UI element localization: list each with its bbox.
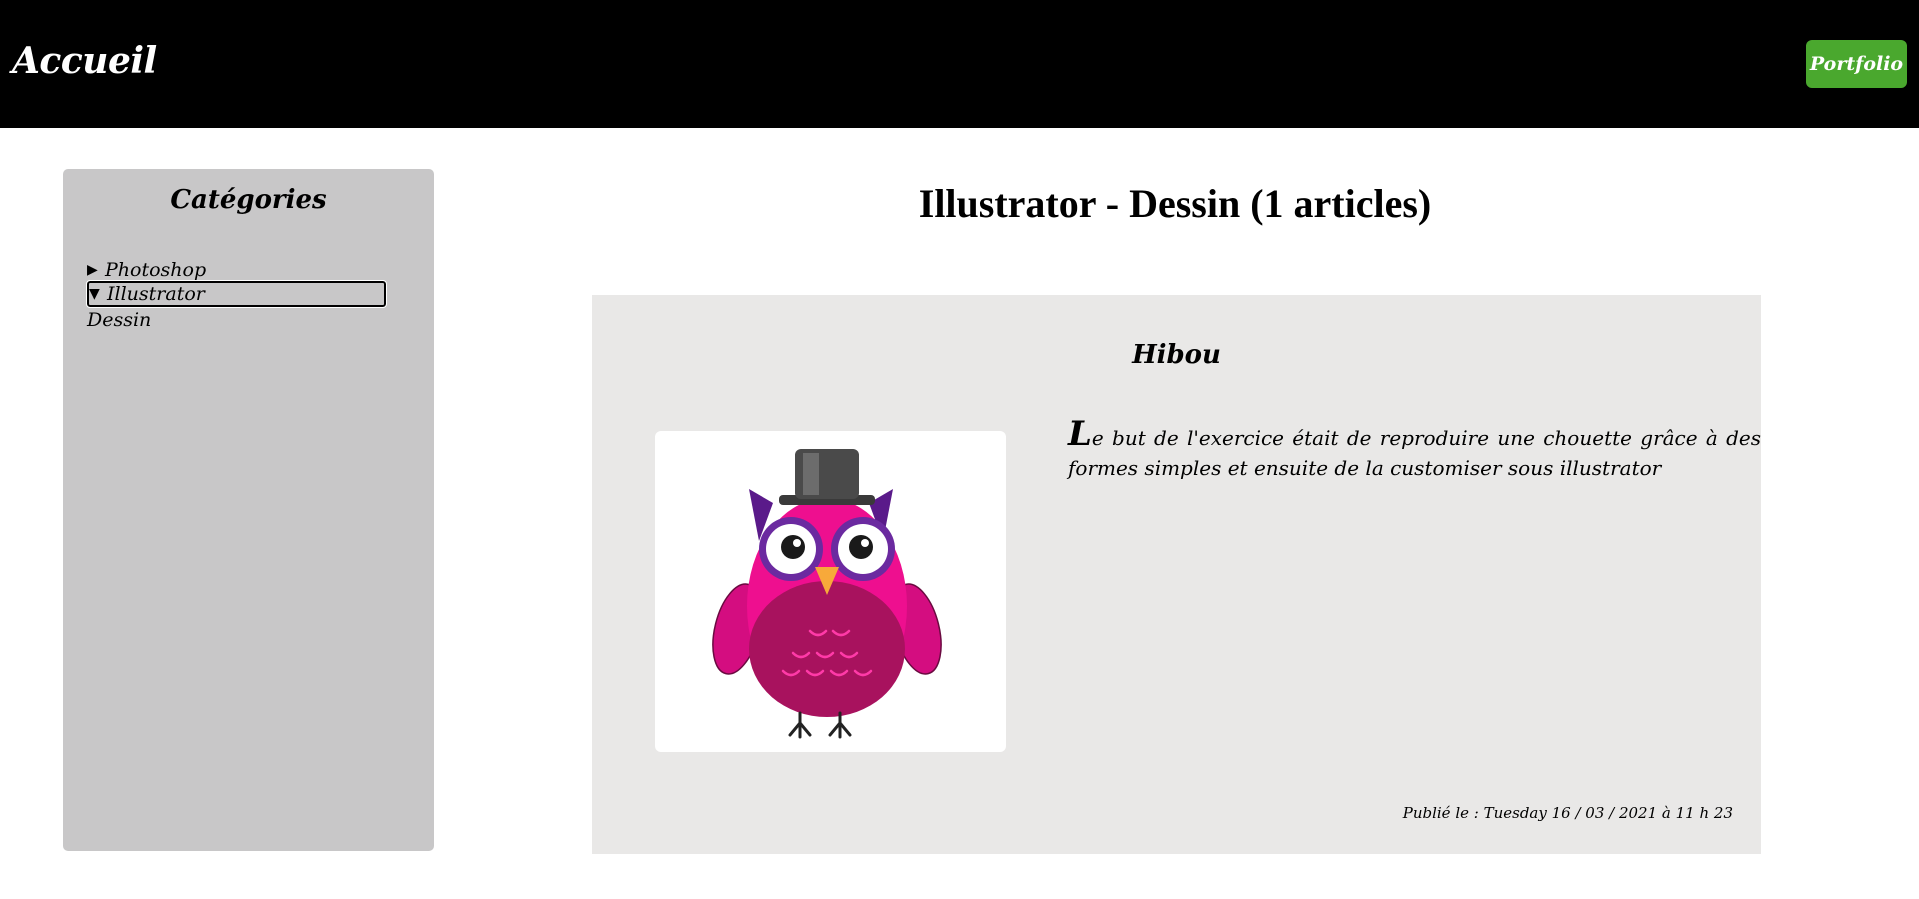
category-photoshop[interactable]: ▶ Photoshop: [87, 257, 206, 283]
sidebar-title: Catégories: [170, 185, 327, 215]
publication-date: Publié le : Tuesday 16 / 03 / 2021 à 11 …: [1402, 804, 1733, 822]
home-link[interactable]: Accueil: [12, 40, 157, 82]
subcategory-dessin[interactable]: Dessin: [87, 307, 151, 333]
page-title: Illustrator - Dessin (1 articles): [918, 181, 1432, 226]
drop-cap: L: [1068, 414, 1092, 454]
article-description: Le but de l'exercice était de reproduire…: [1068, 417, 1761, 483]
article-image[interactable]: [655, 431, 1006, 752]
portfolio-button[interactable]: Portfolio: [1806, 40, 1907, 88]
article-card: Hibou Le but de l'exercice était de repr…: [592, 295, 1761, 854]
category-label: Dessin: [87, 309, 152, 331]
triangle-down-icon: ▼: [89, 286, 100, 302]
category-label: Photoshop: [105, 259, 207, 281]
article-body: e but de l'exercice était de reproduire …: [1068, 426, 1761, 480]
category-illustrator[interactable]: ▼ Illustrator: [86, 280, 387, 308]
triangle-right-icon: ▶: [87, 262, 98, 278]
owl-illustration: [712, 449, 942, 739]
category-label: Illustrator: [107, 283, 205, 305]
article-title: Hibou: [1132, 340, 1221, 370]
categories-sidebar: Catégories ▶ Photoshop ▼ Illustrator Des…: [63, 169, 434, 851]
top-navbar: Accueil Portfolio: [0, 0, 1919, 128]
